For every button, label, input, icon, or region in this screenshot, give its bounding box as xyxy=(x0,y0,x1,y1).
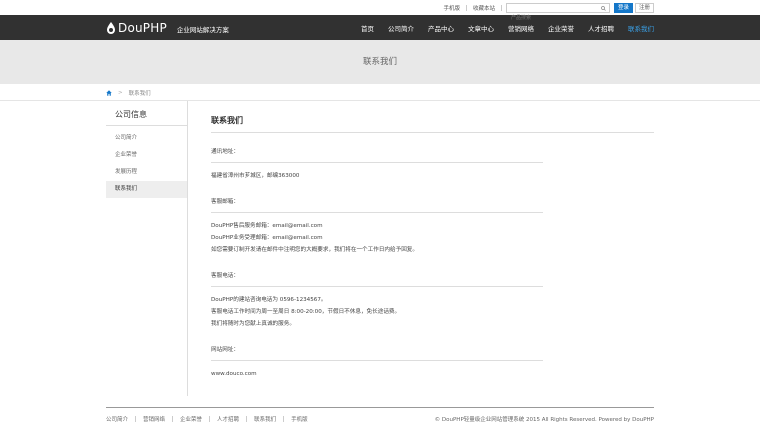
main-content: 联系我们 通讯地址： 福建省漳州市芗城区，邮编363000 客服邮箱： DouPHP售… xyxy=(188,101,654,396)
top-bar: 手机版 收藏本站 登录 注册 xyxy=(0,0,760,22)
info-line: DouPHP的建站咨询电话为 0596-1234567。 xyxy=(211,297,327,303)
info-line: 我们将随时为您献上真诚的服务。 xyxy=(211,321,295,327)
nav-item[interactable]: 人才招聘 xyxy=(588,23,614,33)
divider xyxy=(283,415,285,422)
info-block: 通讯地址： 福建省漳州市芗城区，邮编363000 xyxy=(211,143,543,182)
mobile-link[interactable]: 手机版 xyxy=(437,4,466,12)
footer: 公司简介 营销网络 企业荣誉 人才招聘 联系我们 手机版 © DouPHP轻量级企业网站管… xyxy=(0,407,760,429)
info-label: 通讯地址： xyxy=(211,143,543,163)
sidebar-title: 公司信息 xyxy=(106,109,187,126)
favorite-link[interactable]: 收藏本站 xyxy=(467,4,501,12)
sidebar: 公司信息 公司简介 企业荣誉 发展历程 联系我们 xyxy=(106,101,188,396)
info-label: 客服邮箱： xyxy=(211,193,543,213)
register-button[interactable]: 注册 xyxy=(634,2,654,13)
footer-link[interactable]: 手机版 xyxy=(291,415,308,423)
sidebar-item[interactable]: 发展历程 xyxy=(106,164,187,181)
sidebar-item[interactable]: 公司简介 xyxy=(106,130,187,147)
nav-item[interactable]: 联系我们 xyxy=(628,23,654,33)
page-title: 联系我们 xyxy=(211,115,654,133)
info-block: 客服邮箱： DouPHP售后服务邮箱：email@email.com DouPHP业… xyxy=(211,193,543,256)
brand-name: DouPHP xyxy=(118,20,167,35)
divider xyxy=(135,415,137,422)
logo[interactable]: DouPHP 企业网站解决方案 xyxy=(106,21,229,35)
divider xyxy=(246,415,248,422)
footer-link[interactable]: 联系我们 xyxy=(254,415,276,423)
content: 公司信息 公司简介 企业荣誉 发展历程 联系我们 联系我们 通讯地址： 福建省漳州市芗城… xyxy=(106,101,654,396)
top-links: 手机版 收藏本站 登录 注册 xyxy=(437,0,654,22)
footer-links: 公司简介 营销网络 企业荣誉 人才招聘 联系我们 手机版 xyxy=(106,415,308,423)
info-line: 如您需要订制开发请在邮件中注明您的大概要求，我们将在一个工作日内给予回复。 xyxy=(211,247,418,253)
info-line: www.douco.com xyxy=(211,371,257,377)
sidebar-list: 公司简介 企业荣誉 发展历程 联系我们 xyxy=(106,130,187,198)
search-icon[interactable] xyxy=(601,5,606,11)
info-block: 客服电话： DouPHP的建站咨询电话为 0596-1234567。客服电话工作时… xyxy=(211,267,543,330)
info-line: DouPHP售后服务邮箱：email@email.com xyxy=(211,223,323,229)
nav-item[interactable]: 产品中心 xyxy=(428,23,454,33)
nav-item[interactable]: 首页 xyxy=(361,23,374,33)
divider xyxy=(172,415,174,422)
footer-link[interactable]: 人才招聘 xyxy=(217,415,239,423)
footer-link[interactable]: 企业荣誉 xyxy=(180,415,202,423)
info-block: 网站网址： www.douco.com xyxy=(211,341,543,380)
info-label: 客服电话： xyxy=(211,267,543,287)
nav-item[interactable]: 营销网络 xyxy=(508,23,534,33)
nav-item[interactable]: 企业荣誉 xyxy=(548,23,574,33)
login-button[interactable]: 登录 xyxy=(613,2,633,13)
divider xyxy=(500,4,502,11)
article: 通讯地址： 福建省漳州市芗城区，邮编363000 客服邮箱： DouPHP售后服务邮箱… xyxy=(211,143,543,380)
breadcrumb-current: 联系我们 xyxy=(128,90,151,97)
info-line: DouPHP业务受理邮箱：email@email.com xyxy=(211,235,323,241)
brand-slogan: 企业网站解决方案 xyxy=(176,26,229,34)
logo-icon xyxy=(107,21,115,34)
copyright: © DouPHP轻量级企业网站管理系统 2015 All Rights Rese… xyxy=(434,416,654,423)
search-box xyxy=(505,2,610,22)
footer-link[interactable]: 营销网络 xyxy=(143,415,165,423)
header: DouPHP 企业网站解决方案 首页 公司简介 产品中心 文章中心 营销网络 企业荣誉 人才… xyxy=(0,15,760,40)
breadcrumb-separator: > xyxy=(118,89,123,96)
divider xyxy=(209,415,211,422)
breadcrumb: > 联系我们 xyxy=(0,84,760,101)
info-label: 网站网址： xyxy=(211,341,543,361)
sidebar-item[interactable]: 联系我们 xyxy=(106,181,187,198)
info-line: 客服电话工作时间为周一至周日 8:00-20:00，节假日不休息，免长途话费。 xyxy=(211,309,401,315)
info-line: 福建省漳州市芗城区，邮编363000 xyxy=(211,173,300,179)
nav-item[interactable]: 公司简介 xyxy=(388,23,414,33)
home-icon[interactable] xyxy=(106,89,112,96)
main-nav: 首页 公司简介 产品中心 文章中心 营销网络 企业荣誉 人才招聘 联系我们 xyxy=(347,23,654,33)
footer-link[interactable]: 公司简介 xyxy=(106,415,128,423)
page-banner: 联系我们 xyxy=(0,40,760,84)
sidebar-item[interactable]: 企业荣誉 xyxy=(106,147,187,164)
nav-item[interactable]: 文章中心 xyxy=(468,23,494,33)
